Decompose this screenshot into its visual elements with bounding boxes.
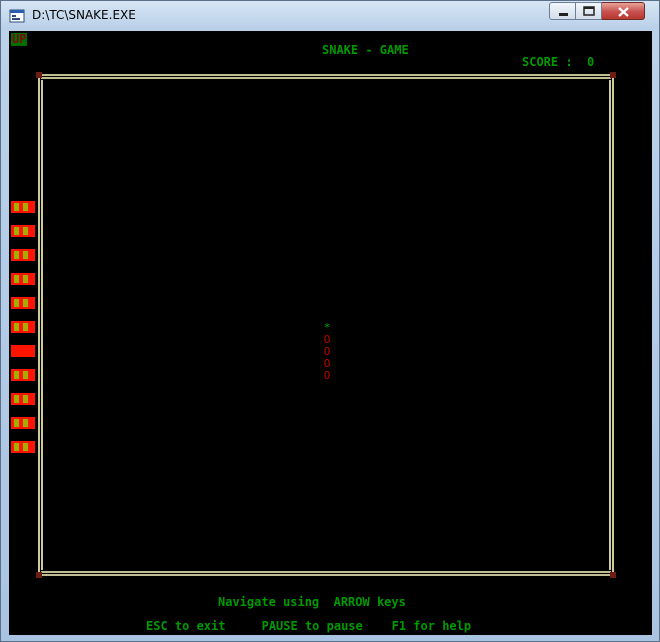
close-button[interactable] [602,2,645,20]
maximize-button[interactable] [576,2,602,20]
life-mark [14,323,19,331]
life-mark [14,371,19,379]
score-label: SCORE : [522,55,573,69]
life-mark [14,299,19,307]
life-mark [23,203,28,211]
life-block [11,297,35,309]
life-mark [23,371,28,379]
console-window: D:\TC\SNAKE.EXE UP SNAKE - GAME SCORE : … [0,0,660,642]
life-block [11,345,35,357]
life-mark [23,323,28,331]
life-block [11,393,35,405]
snake-segment: O [323,369,331,382]
life-mark [23,395,28,403]
game-title: SNAKE - GAME [322,43,409,57]
window-title: D:\TC\SNAKE.EXE [32,8,136,22]
board-corner [36,72,42,78]
board-corner [36,572,42,578]
minimize-button[interactable] [549,2,576,20]
life-mark [14,203,19,211]
life-block [11,321,35,333]
life-block [11,441,35,453]
navigate-hint: Navigate using ARROW keys [218,595,406,609]
life-mark [14,251,19,259]
life-mark [23,299,28,307]
title-bar[interactable]: D:\TC\SNAKE.EXE [1,1,659,30]
score-display: SCORE : 0 [522,56,594,69]
life-block [11,417,35,429]
board-corner [610,72,616,78]
life-block [11,225,35,237]
life-mark [23,275,28,283]
life-mark [23,419,28,427]
life-mark [23,251,28,259]
up-label: UP [11,32,28,46]
life-mark [14,395,19,403]
life-block [11,249,35,261]
maximize-icon [583,6,595,16]
app-icon [9,9,25,23]
life-mark [14,275,19,283]
life-mark [14,443,19,451]
console-area[interactable]: UP SNAKE - GAME SCORE : 0 * O O O O Navi… [9,31,652,635]
minimize-icon [559,13,568,16]
life-mark [23,227,28,235]
life-mark [14,227,19,235]
life-block [11,369,35,381]
board-corner [610,572,616,578]
controls-hint: ESC to exit PAUSE to pause F1 for help [146,619,472,633]
score-value: 0 [587,55,595,69]
life-mark [14,419,19,427]
life-mark [23,443,28,451]
life-block [11,201,35,213]
close-icon [618,7,629,17]
life-block [11,273,35,285]
